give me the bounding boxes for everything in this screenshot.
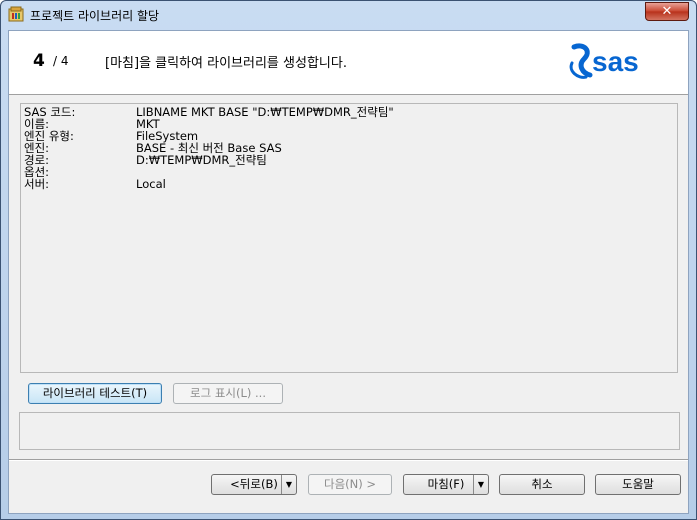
dialog-client-area: 4 / 4 [마침]을 클릭하여 라이브러리를 생성합니다. sas SAS 코…: [8, 30, 689, 514]
close-button[interactable]: ✕: [645, 2, 689, 21]
logo-text: sas: [592, 46, 639, 77]
back-button-label: <뒤로(B): [230, 477, 278, 491]
back-dropdown-arrow-icon[interactable]: ▼: [281, 475, 296, 494]
dialog-window: 프로젝트 라이브러리 할당 ✕ 4 / 4 [마침]을 클릭하여 라이브러리를 …: [0, 0, 697, 520]
wizard-header: 4 / 4 [마침]을 클릭하여 라이브러리를 생성합니다. sas: [9, 31, 688, 95]
sas-logo-icon: sas: [569, 43, 639, 79]
info-value: LIBNAME MKT BASE "D:₩TEMP₩DMR_전략팀": [136, 105, 394, 119]
step-current: 4: [33, 51, 45, 71]
step-instruction: [마침]을 클릭하여 라이브러리를 생성합니다.: [105, 56, 347, 71]
library-icon: [8, 6, 24, 22]
next-button[interactable]: 다음(N) >: [308, 474, 392, 495]
finish-dropdown-arrow-icon[interactable]: ▼: [473, 475, 488, 494]
footer-separator: [9, 459, 688, 461]
back-button[interactable]: <뒤로(B) ▼: [211, 474, 297, 495]
step-total: / 4: [53, 54, 69, 68]
test-library-button[interactable]: 라이브러리 테스트(T): [28, 383, 162, 404]
window-title: 프로젝트 라이브러리 할당: [30, 9, 160, 23]
library-summary-panel: SAS 코드: LIBNAME MKT BASE "D:₩TEMP₩DMR_전략…: [20, 103, 678, 373]
info-value: Local: [136, 177, 166, 191]
info-label: 서버:: [24, 177, 50, 191]
cancel-button[interactable]: 취소: [499, 474, 585, 495]
help-button[interactable]: 도움말: [595, 474, 681, 495]
info-value: D:₩TEMP₩DMR_전략팀: [136, 153, 267, 167]
show-log-button[interactable]: 로그 표시(L) ...: [173, 383, 283, 404]
finish-button[interactable]: 마침(F) ▼: [403, 474, 489, 495]
finish-button-label: 마침(F): [427, 477, 465, 491]
title-bar[interactable]: 프로젝트 라이브러리 할당 ✕: [1, 1, 696, 29]
status-panel: [19, 412, 680, 450]
close-icon: ✕: [661, 4, 673, 19]
